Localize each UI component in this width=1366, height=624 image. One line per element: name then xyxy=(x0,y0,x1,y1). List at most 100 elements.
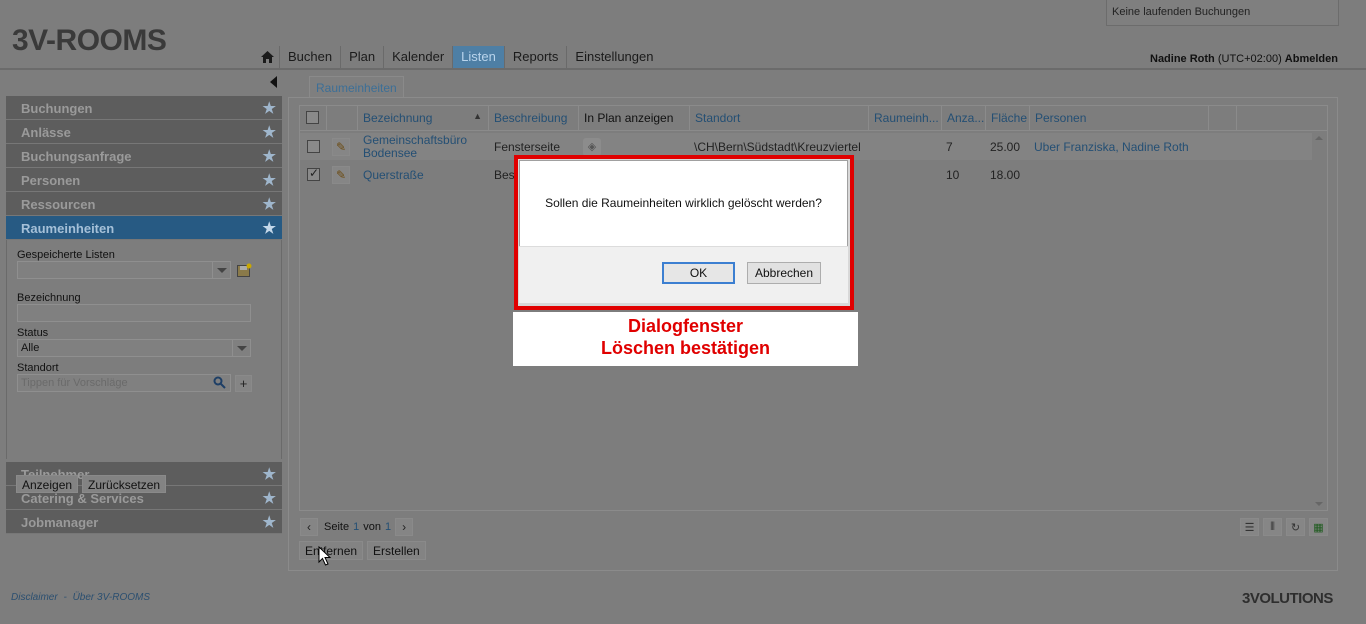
sidebar-item-personen[interactable]: Personen ★ xyxy=(6,168,282,192)
ok-button[interactable]: OK xyxy=(662,262,735,284)
select-all-checkbox[interactable] xyxy=(299,105,327,130)
cell-room-unit xyxy=(868,133,941,160)
column-header-anzahl[interactable]: Anza... xyxy=(942,105,986,130)
star-icon[interactable]: ★ xyxy=(263,219,276,237)
saved-lists-select[interactable] xyxy=(17,261,231,279)
star-icon[interactable]: ★ xyxy=(263,513,276,531)
prev-page-button[interactable]: ‹ xyxy=(300,518,318,536)
column-header-flaeche[interactable]: Fläche xyxy=(986,105,1030,130)
refresh-icon[interactable]: ↻ xyxy=(1286,518,1305,536)
nav-reports[interactable]: Reports xyxy=(505,46,568,68)
star-icon[interactable]: ★ xyxy=(263,99,276,117)
vertical-scrollbar[interactable] xyxy=(1312,132,1327,510)
sidebar-item-label: Ressourcen xyxy=(21,197,96,212)
column-header-extra xyxy=(1209,105,1237,130)
column-header-bezeichnung[interactable]: Bezeichnung ▲ xyxy=(358,105,489,130)
grid-tools: ☰ ⦀ ↻ ▦ xyxy=(1240,518,1328,536)
pager: ‹ Seite 1 von 1 › xyxy=(300,518,414,536)
next-page-button[interactable]: › xyxy=(395,518,414,536)
footer-links: Disclaimer - Über 3V-ROOMS xyxy=(11,592,150,603)
row-checkbox[interactable] xyxy=(300,161,327,188)
footer-separator: - xyxy=(63,592,67,603)
home-icon[interactable] xyxy=(256,46,280,68)
cell-persons[interactable]: Uber Franziska, Nadine Roth xyxy=(1029,133,1208,160)
nav-listen[interactable]: Listen xyxy=(453,46,505,68)
nav-plan[interactable]: Plan xyxy=(341,46,385,68)
create-button[interactable]: Erstellen xyxy=(367,541,426,560)
sidebar-item-jobmanager[interactable]: Jobmanager ★ xyxy=(6,510,282,534)
vendor-logo: 3VOLUTIONS xyxy=(1242,590,1333,607)
star-icon[interactable]: ★ xyxy=(263,147,276,165)
nav-buchen[interactable]: Buchen xyxy=(280,46,342,68)
sidebar-item-label: Raumeinheiten xyxy=(21,221,115,236)
cell-persons[interactable] xyxy=(1029,161,1208,188)
star-icon[interactable]: ★ xyxy=(263,465,276,483)
collapse-sidebar-icon[interactable] xyxy=(270,76,277,88)
location-placeholder: Tippen für Vorschläge xyxy=(21,377,128,389)
star-icon[interactable]: ★ xyxy=(263,489,276,507)
nav-einstellungen[interactable]: Einstellungen xyxy=(567,46,661,68)
sidebar-item-raumeinheiten[interactable]: Raumeinheiten ★ xyxy=(6,216,282,240)
room-name-link[interactable]: Gemeinschaftsbüro Bodensee xyxy=(358,133,489,160)
saved-lists-label: Gespeicherte Listen xyxy=(17,249,115,261)
app-logo: 3V-ROOMS xyxy=(12,24,167,57)
filter-panel: Gespeicherte Listen Bezeichnung Status A… xyxy=(6,240,282,459)
sidebar-item-label: Catering & Services xyxy=(21,491,144,506)
column-header-in-plan[interactable]: In Plan anzeigen xyxy=(579,105,690,130)
sidebar-item-ressourcen[interactable]: Ressourcen ★ xyxy=(6,192,282,216)
page-of-label: von xyxy=(363,521,381,533)
caption-line-2: Löschen bestätigen xyxy=(600,338,771,358)
nav-kalender[interactable]: Kalender xyxy=(384,46,454,68)
star-icon[interactable]: ★ xyxy=(263,123,276,141)
sort-asc-icon: ▲ xyxy=(473,111,482,121)
page-label: Seite xyxy=(324,521,350,533)
columns-icon[interactable]: ⦀ xyxy=(1263,518,1282,536)
sidebar-item-anlaesse[interactable]: Anlässe ★ xyxy=(6,120,282,144)
search-icon[interactable] xyxy=(213,376,226,392)
disclaimer-link[interactable]: Disclaimer xyxy=(11,592,58,603)
edit-button[interactable]: ✎ xyxy=(327,133,358,160)
caption-line-1: Dialogfenster xyxy=(627,316,744,336)
export-excel-icon[interactable]: ▦ xyxy=(1309,518,1328,536)
chevron-down-icon[interactable] xyxy=(212,262,230,278)
location-input[interactable]: Tippen für Vorschläge xyxy=(17,374,231,392)
add-location-button[interactable]: + xyxy=(235,374,252,392)
cell-area: 18.00 xyxy=(990,167,1021,182)
cell-room-unit xyxy=(868,161,941,188)
list-view-icon[interactable]: ☰ xyxy=(1240,518,1259,536)
cell-area: 25.00 xyxy=(990,139,1021,154)
row-checkbox[interactable] xyxy=(300,133,327,160)
save-list-icon[interactable] xyxy=(235,261,253,279)
status-select[interactable]: Alle xyxy=(17,339,251,357)
about-link[interactable]: Über 3V-ROOMS xyxy=(73,592,150,603)
name-filter-input[interactable] xyxy=(17,304,251,322)
edit-button[interactable]: ✎ xyxy=(327,161,358,188)
room-name-link[interactable]: Querstraße xyxy=(358,161,489,188)
sidebar-item-label: Buchungen xyxy=(21,101,93,116)
show-button[interactable]: Anzeigen xyxy=(16,475,79,493)
sidebar-item-label: Buchungsanfrage xyxy=(21,149,132,164)
header-divider xyxy=(0,68,1366,70)
filter-buttons: Anzeigen Zurücksetzen xyxy=(16,475,167,493)
sidebar-item-label: Jobmanager xyxy=(21,515,99,530)
pencil-icon: ✎ xyxy=(332,137,350,156)
booking-status-box[interactable]: Keine laufenden Buchungen xyxy=(1106,0,1339,26)
current-page: 1 xyxy=(353,521,360,533)
column-header-raumeinheit[interactable]: Raumeinh... xyxy=(869,105,942,130)
user-timezone: (UTC+02:00) xyxy=(1217,53,1282,65)
chevron-down-icon[interactable] xyxy=(232,340,250,356)
sidebar-item-buchungen[interactable]: Buchungen ★ xyxy=(6,96,282,120)
cancel-button[interactable]: Abbrechen xyxy=(747,262,821,284)
column-header-beschreibung[interactable]: Beschreibung xyxy=(489,105,579,130)
star-icon[interactable]: ★ xyxy=(263,171,276,189)
tab-raumeinheiten[interactable]: Raumeinheiten xyxy=(309,76,404,98)
status-value: Alle xyxy=(21,342,40,354)
logout-link[interactable]: Abmelden xyxy=(1285,53,1338,65)
column-header-standort[interactable]: Standort xyxy=(690,105,869,130)
column-header-personen[interactable]: Personen xyxy=(1030,105,1209,130)
dialog-message: Sollen die Raumeinheiten wirklich gelösc… xyxy=(545,196,822,210)
sidebar-item-buchungsanfrage[interactable]: Buchungsanfrage ★ xyxy=(6,144,282,168)
sidebar: Buchungen ★ Anlässe ★ Buchungsanfrage ★ Per… xyxy=(6,96,282,534)
reset-button[interactable]: Zurücksetzen xyxy=(82,475,167,493)
star-icon[interactable]: ★ xyxy=(263,195,276,213)
